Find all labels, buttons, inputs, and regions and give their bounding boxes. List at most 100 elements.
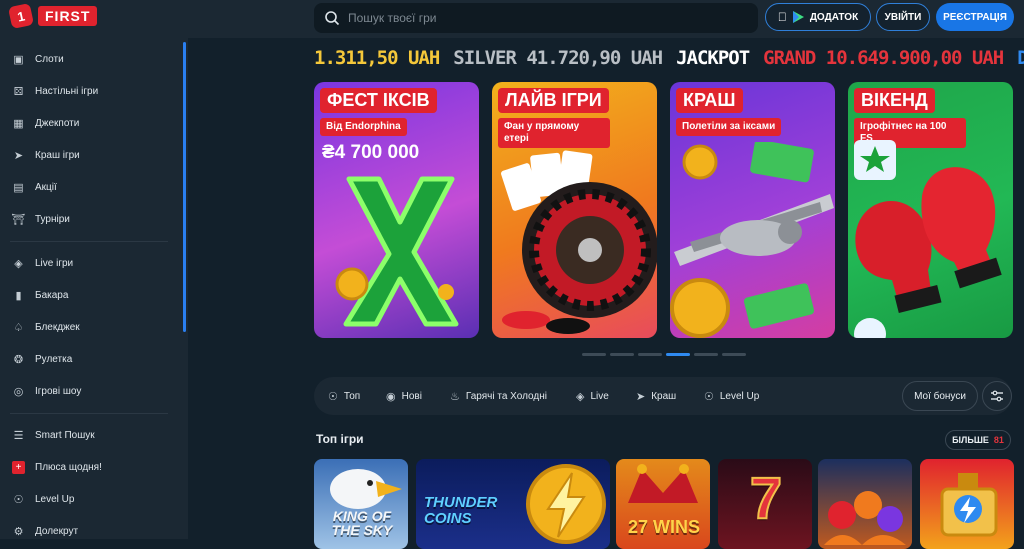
apple-icon:  <box>778 10 787 24</box>
banner-title: ФЕСТ ІКСІВ <box>320 88 437 113</box>
slots-icon: ▣ <box>13 53 24 66</box>
sidebar-item-label: Плюса щодня! <box>35 461 102 473</box>
fruits-illustration <box>824 491 906 545</box>
boxing-gloves-illustration <box>854 140 1002 338</box>
sidebar-item-game-shows[interactable]: ◎ Ігрові шоу <box>0 376 170 406</box>
sidebar-item-label: Ігрові шоу <box>35 385 82 397</box>
logo-mark: 1 <box>7 2 35 30</box>
game-tile[interactable]: 27 WINS <box>616 459 710 549</box>
game-title: KING OF THE SKY <box>331 508 393 538</box>
game-tile[interactable]: KING OF THE SKY <box>314 459 408 549</box>
search-box[interactable] <box>314 3 758 33</box>
sidebar-item-label: Live ігри <box>35 257 74 269</box>
sidebar-item-promotions[interactable]: ▤ Акції <box>0 172 170 202</box>
sidebar-item-daily-plus[interactable]: + Плюса щодня! <box>0 452 170 482</box>
coin-lightning-illustration <box>526 464 606 544</box>
sliders-icon <box>991 390 1003 402</box>
game-tile[interactable]: 7 <box>718 459 812 549</box>
sidebar-item-table-games[interactable]: ⚄ Настільні ігри <box>0 76 170 106</box>
sidebar-item-jackpots[interactable]: ▦ Джекпоти <box>0 108 170 138</box>
sidebar-item-label: Рулетка <box>35 353 73 365</box>
app-download-button[interactable]:  ДОДАТОК <box>765 3 871 31</box>
banner-title: КРАШ <box>676 88 743 113</box>
main-content: 1.311,50 UAH SILVER 41.720,90 UAH JACKPO… <box>188 38 1024 549</box>
crash-icon: ➤ <box>13 149 24 162</box>
live-icon: ◈ <box>14 257 23 270</box>
search-input[interactable] <box>348 11 728 25</box>
live-icon: ◈ <box>576 390 585 403</box>
sidebar-item-slots[interactable]: ▣ Слоти <box>0 44 170 74</box>
sidebar-item-roulette[interactable]: ❂ Рулетка <box>0 344 170 374</box>
top-bar: 1 FIRST  ДОДАТОК УВІЙТИ РЕЄСТРАЦІЯ <box>0 0 1024 38</box>
game-title: 7 <box>749 466 783 532</box>
carousel-dot-active[interactable] <box>666 353 690 356</box>
sidebar-item-baccarat[interactable]: ▮ Бакара <box>0 280 170 310</box>
promo-banner-weekend[interactable]: ВІКЕНД Ігрофітнес на 100 FS <box>848 82 1013 338</box>
sidebar-item-label: Smart Пошук <box>35 429 95 441</box>
register-button[interactable]: РЕЄСТРАЦІЯ <box>936 3 1014 31</box>
sidebar-item-wheel[interactable]: ⚙ Долекрут <box>0 516 170 546</box>
roulette-illustration <box>501 150 657 334</box>
promo-banner-live-games[interactable]: ЛАЙВ ІГРИ Фан у прямому етері <box>492 82 657 338</box>
filter-crash[interactable]: ➤ Краш <box>636 377 676 415</box>
baccarat-icon: ▮ <box>15 289 22 302</box>
sidebar-item-label: Долекрут <box>35 525 79 537</box>
carousel-dot[interactable] <box>610 353 634 356</box>
sidebar-item-blackjack[interactable]: ♤ Блекджек <box>0 312 170 342</box>
filter-label: Краш <box>651 390 677 402</box>
levelup-icon: ☉ <box>13 493 24 506</box>
sidebar-item-level-up[interactable]: ☉ Level Up <box>0 484 170 514</box>
banner-subtitle: Від Endorphina <box>320 118 407 136</box>
carousel-pagination <box>582 353 746 356</box>
promo-banner-x-fest[interactable]: ФЕСТ ІКСІВ Від Endorphina ₴4 700 000 <box>314 82 479 338</box>
plus-icon: + <box>12 460 25 474</box>
sidebar: ▣ Слоти ⚄ Настільні ігри ▦ Джекпоти ➤ Краш і… <box>0 38 188 539</box>
wheel-icon: ⚙ <box>13 525 24 538</box>
carousel-dot[interactable] <box>582 353 606 356</box>
roulette-icon: ❂ <box>13 353 24 366</box>
banner-subtitle: Фан у прямому етері <box>498 118 610 148</box>
eagle-illustration <box>330 469 402 509</box>
filter-live[interactable]: ◈ Live <box>576 377 609 415</box>
filter-settings-button[interactable] <box>982 381 1012 411</box>
filter-icon: ☰ <box>13 429 24 442</box>
carousel-dot[interactable] <box>638 353 662 356</box>
more-count: 81 <box>993 435 1004 445</box>
jackpot-icon: ▦ <box>13 117 24 130</box>
more-games-button[interactable]: БІЛЬШЕ 81 <box>945 430 1011 450</box>
sidebar-item-label: Блекджек <box>35 321 80 333</box>
filter-level-up[interactable]: ☉ Level Up <box>704 377 759 415</box>
gift-icon: ▤ <box>13 181 24 194</box>
logo-text: FIRST <box>38 6 98 26</box>
sidebar-item-crash[interactable]: ➤ Краш ігри <box>0 140 170 170</box>
top-icon: ☉ <box>328 390 338 403</box>
sidebar-item-smart-search[interactable]: ☰ Smart Пошук <box>0 420 170 450</box>
game-title: THUNDER COINS <box>424 494 498 527</box>
game-tile[interactable] <box>920 459 1014 549</box>
sidebar-scrollbar[interactable] <box>183 42 186 332</box>
levelup-icon: ☉ <box>704 390 714 403</box>
search-icon <box>325 11 340 26</box>
jackpot-label: JACKPOT <box>676 47 750 69</box>
game-tile[interactable]: THUNDER COINS <box>416 459 610 549</box>
sidebar-item-label: Краш ігри <box>35 149 80 161</box>
carousel-dot[interactable] <box>722 353 746 356</box>
sidebar-item-live[interactable]: ◈ Live ігри <box>0 248 170 278</box>
login-button[interactable]: УВІЙТИ <box>876 3 930 31</box>
filter-new[interactable]: ◉ Нові <box>386 377 422 415</box>
promo-banner-crash[interactable]: КРАШ Полетіли за іксами <box>670 82 835 338</box>
filter-top[interactable]: ☉ Топ <box>328 377 360 415</box>
section-title-top-games: Топ ігри <box>316 432 364 446</box>
my-bonuses-button[interactable]: Мої бонуси <box>902 381 978 411</box>
carousel-dot[interactable] <box>694 353 718 356</box>
new-icon: ◉ <box>386 390 396 403</box>
filter-hot-cold[interactable]: ♨ Гарячі та Холодні <box>450 377 547 415</box>
logo[interactable]: 1 FIRST <box>7 2 98 30</box>
sidebar-item-label: Турніри <box>35 213 70 225</box>
sidebar-item-label: Настільні ігри <box>35 85 99 97</box>
filter-label: Гарячі та Холодні <box>465 390 547 402</box>
show-icon: ◎ <box>13 385 24 398</box>
game-tile[interactable] <box>818 459 912 549</box>
sidebar-item-tournaments[interactable]: ⛩ Турніри <box>0 204 170 234</box>
filter-label: Level Up <box>719 390 760 402</box>
